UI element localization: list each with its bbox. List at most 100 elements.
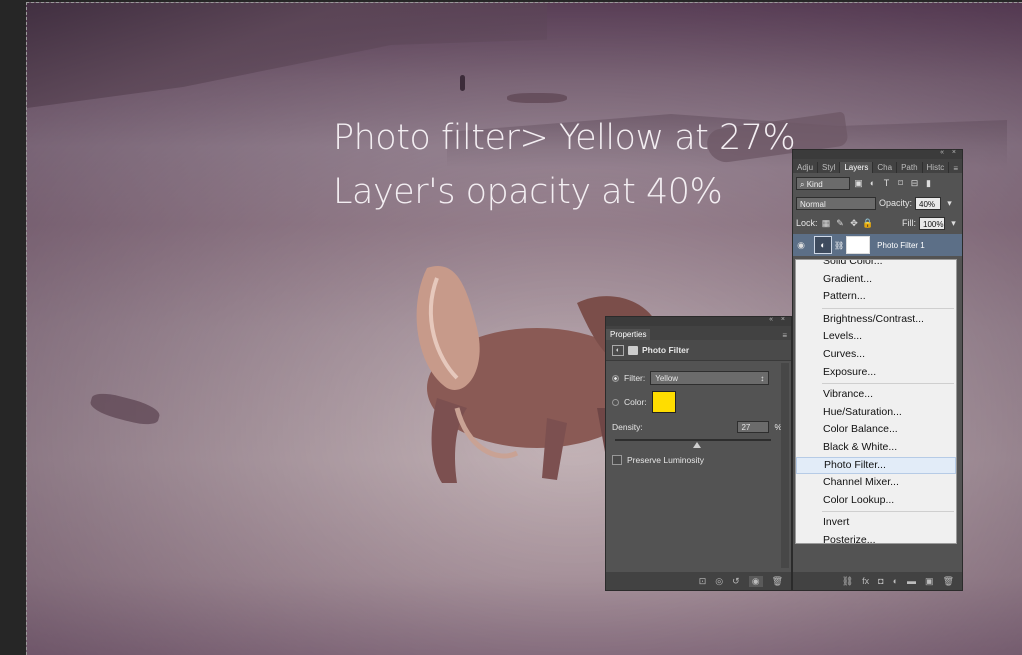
- photo-filter-adjustment-icon[interactable]: ◐: [814, 236, 832, 254]
- filter-radio[interactable]: [612, 374, 619, 382]
- view-previous-icon[interactable]: ◎: [715, 576, 723, 587]
- panel-controls-icon[interactable]: « ×: [940, 149, 959, 156]
- density-input[interactable]: 27: [737, 421, 770, 433]
- lock-image-icon[interactable]: ✎: [835, 218, 846, 229]
- filter-kind-row: ⌕ Kind ▣ ◐ T ⌑ ⊟ ▮: [793, 173, 962, 193]
- menu-item-hue-saturation[interactable]: Hue/Saturation...: [796, 404, 956, 422]
- menu-item-invert[interactable]: Invert: [796, 514, 956, 532]
- fill-input[interactable]: 100%: [919, 216, 945, 230]
- caption-line-1: Photo filter> Yellow at 27%: [333, 118, 796, 158]
- menu-item-channel-mixer[interactable]: Channel Mixer...: [796, 474, 956, 492]
- menu-separator: [822, 383, 954, 385]
- menu-item-gradient[interactable]: Gradient...: [796, 271, 956, 289]
- shape-filter-icon[interactable]: ⌑: [895, 178, 906, 189]
- type-filter-icon[interactable]: T: [881, 178, 892, 189]
- adjustment-icon[interactable]: ◐: [612, 344, 624, 356]
- filter-select-value: Yellow: [655, 374, 679, 383]
- lock-position-icon[interactable]: ✥: [849, 218, 860, 229]
- menu-separator: [822, 511, 954, 513]
- blend-mode-select[interactable]: Normal: [796, 196, 876, 210]
- panel-menu-icon[interactable]: ≡: [778, 331, 791, 340]
- preserve-luminosity-checkbox[interactable]: [612, 455, 622, 465]
- menu-item-photo-filter[interactable]: Photo Filter...: [796, 456, 956, 475]
- fx-icon[interactable]: fx: [862, 576, 869, 586]
- menu-item-pattern[interactable]: Pattern...: [796, 288, 956, 306]
- color-radio[interactable]: [612, 398, 619, 406]
- new-group-icon[interactable]: ▬: [907, 576, 916, 586]
- opacity-dropdown-icon[interactable]: ▾: [944, 198, 955, 209]
- overlay-caption: Photo filter> Yellow at 27% Layer's opac…: [333, 111, 796, 219]
- visibility-eye-icon[interactable]: ◉: [793, 240, 809, 251]
- fill-label: Fill:: [902, 218, 916, 228]
- delete-layer-icon[interactable]: 🗑: [943, 576, 954, 587]
- panel-menu-icon[interactable]: ≡: [949, 164, 962, 173]
- fill-dropdown-icon[interactable]: ▾: [948, 218, 959, 229]
- delete-icon[interactable]: 🗑: [772, 576, 783, 587]
- pixel-filter-icon[interactable]: ▣: [853, 178, 864, 189]
- properties-scrollbar[interactable]: [781, 363, 789, 568]
- tab-history[interactable]: Histc: [923, 162, 950, 173]
- lock-label: Lock:: [796, 218, 818, 228]
- dropdown-icon: ↕: [760, 374, 765, 383]
- link-layers-icon[interactable]: ⛓: [842, 576, 853, 587]
- menu-item-brightness-contrast[interactable]: Brightness/Contrast...: [796, 311, 956, 329]
- filter-select[interactable]: Yellow ↕: [650, 371, 770, 385]
- menu-item-color-balance[interactable]: Color Balance...: [796, 421, 956, 439]
- density-slider-thumb[interactable]: [693, 442, 702, 448]
- tab-properties[interactable]: Properties: [606, 329, 651, 340]
- menu-item-solid-color[interactable]: Solid Color...: [796, 260, 956, 271]
- layer-mask-thumbnail[interactable]: [846, 236, 871, 254]
- menu-item-vibrance[interactable]: Vibrance...: [796, 386, 956, 404]
- layer-row-photo-filter[interactable]: ◉ ◐ ⛓ Photo Filter 1: [793, 234, 962, 256]
- properties-tabbar: Properties ≡: [606, 326, 791, 340]
- add-mask-icon[interactable]: ◘: [878, 576, 883, 586]
- adjustment-menu: Solid Color... Gradient... Pattern... Br…: [795, 259, 957, 544]
- opacity-label: Opacity:: [879, 198, 913, 208]
- new-adjustment-icon[interactable]: ◐: [893, 576, 898, 586]
- caption-line-2: Layer's opacity at 40%: [333, 172, 723, 212]
- menu-item-posterize[interactable]: Posterize...: [796, 532, 956, 543]
- new-layer-icon[interactable]: ▣: [925, 576, 934, 587]
- opacity-input[interactable]: 40%: [915, 196, 942, 210]
- person-figure: [460, 75, 465, 91]
- visibility-icon[interactable]: ◉: [748, 575, 763, 587]
- filter-row: Filter: Yellow ↕: [612, 371, 770, 385]
- menu-item-exposure[interactable]: Exposure...: [796, 364, 956, 382]
- tab-styles[interactable]: Styl: [818, 162, 841, 173]
- lock-row: Lock: ▦ ✎ ✥ 🔒 Fill: 100% ▾: [793, 213, 962, 233]
- lock-all-icon[interactable]: 🔒: [862, 218, 873, 229]
- smart-object-filter-icon[interactable]: ⊟: [909, 178, 920, 189]
- menu-item-color-lookup[interactable]: Color Lookup...: [796, 492, 956, 510]
- reset-icon[interactable]: ↺: [732, 576, 740, 587]
- properties-header: ◐ Photo Filter: [606, 340, 791, 361]
- mask-icon[interactable]: [628, 345, 638, 355]
- clip-to-layer-icon[interactable]: ⊡: [699, 576, 707, 587]
- panel-controls-icon[interactable]: « ×: [769, 316, 788, 323]
- density-slider[interactable]: [615, 439, 771, 448]
- cliff-shape: [27, 3, 547, 108]
- tab-paths[interactable]: Path: [897, 162, 923, 173]
- layers-panel-topbar[interactable]: « ×: [793, 149, 962, 159]
- layer-name[interactable]: Photo Filter 1: [877, 241, 925, 250]
- tab-channels[interactable]: Cha: [873, 162, 898, 173]
- color-label: Color:: [624, 397, 647, 407]
- kind-select[interactable]: ⌕ Kind: [796, 176, 850, 190]
- tab-adjustments[interactable]: Adju: [793, 162, 819, 173]
- filter-label: Filter:: [624, 373, 646, 383]
- properties-panel-topbar[interactable]: « ×: [606, 316, 791, 326]
- menu-item-black-white[interactable]: Black & White...: [796, 439, 956, 457]
- preserve-luminosity-label: Preserve Luminosity: [627, 455, 705, 465]
- density-row: Density: 27 %: [612, 421, 782, 433]
- blend-row: Normal Opacity: 40% ▾: [793, 193, 962, 213]
- tab-layers[interactable]: Layers: [840, 162, 874, 173]
- color-swatch[interactable]: [651, 391, 676, 413]
- adjustment-filter-icon[interactable]: ◐: [867, 178, 878, 189]
- link-icon: ⛓: [834, 240, 845, 250]
- menu-item-curves[interactable]: Curves...: [796, 346, 956, 364]
- filter-toggle-icon[interactable]: ▮: [923, 178, 934, 189]
- properties-title: Photo Filter: [642, 345, 690, 355]
- seaweed-shape: [88, 389, 162, 429]
- lock-transparency-icon[interactable]: ▦: [821, 218, 832, 229]
- density-label: Density:: [612, 422, 643, 432]
- menu-item-levels[interactable]: Levels...: [796, 328, 956, 346]
